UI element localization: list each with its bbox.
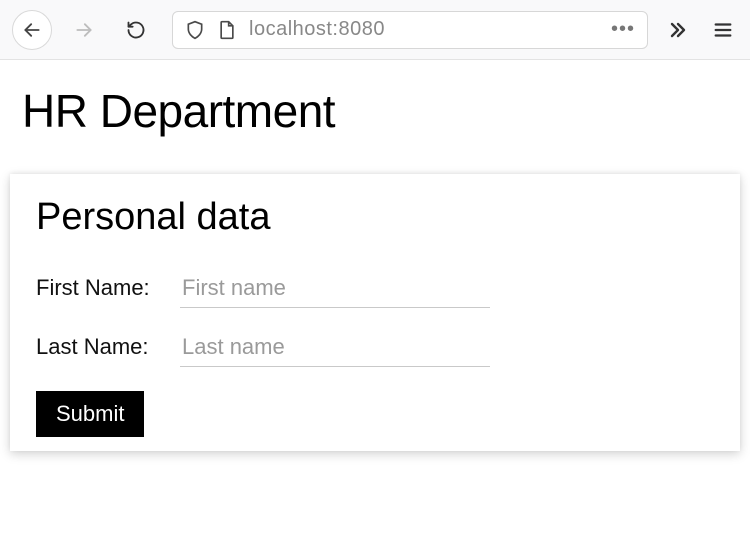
last-name-row: Last Name: xyxy=(36,330,714,367)
forward-button xyxy=(64,10,104,50)
first-name-row: First Name: xyxy=(36,271,714,308)
submit-button[interactable]: Submit xyxy=(36,391,144,437)
nav-buttons xyxy=(12,10,156,50)
reload-icon xyxy=(126,20,146,40)
chevrons-right-icon xyxy=(665,18,689,42)
menu-button[interactable] xyxy=(706,19,740,41)
first-name-label: First Name: xyxy=(36,275,162,301)
card-title: Personal data xyxy=(36,196,714,239)
address-bar-icons xyxy=(185,19,237,41)
page-title: HR Department xyxy=(22,84,728,138)
address-bar[interactable]: localhost:8080 ••• xyxy=(172,11,648,49)
page-header: HR Department xyxy=(0,60,750,148)
last-name-label: Last Name: xyxy=(36,334,162,360)
browser-toolbar: localhost:8080 ••• xyxy=(0,0,750,60)
reload-button[interactable] xyxy=(116,10,156,50)
personal-data-card: Personal data First Name: Last Name: Sub… xyxy=(10,174,740,451)
page-actions-button[interactable]: ••• xyxy=(611,18,635,41)
overflow-button[interactable] xyxy=(660,18,694,42)
last-name-input[interactable] xyxy=(180,330,490,367)
back-button[interactable] xyxy=(12,10,52,50)
shield-icon xyxy=(185,19,205,41)
arrow-left-icon xyxy=(22,20,42,40)
page-icon xyxy=(217,19,237,41)
first-name-input[interactable] xyxy=(180,271,490,308)
arrow-right-icon xyxy=(74,20,94,40)
hamburger-icon xyxy=(712,19,734,41)
url-text[interactable]: localhost:8080 xyxy=(249,18,599,41)
card-wrap: Personal data First Name: Last Name: Sub… xyxy=(0,174,750,451)
